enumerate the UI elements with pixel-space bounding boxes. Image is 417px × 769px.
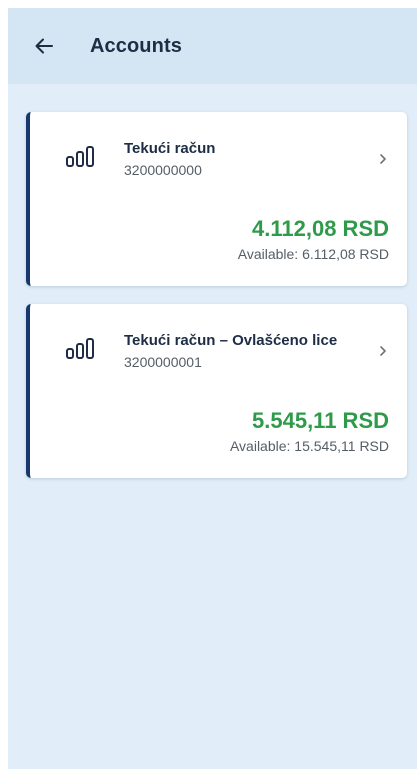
accounts-list: Tekući račun 3200000000 4.112,08 RSD Ava… bbox=[8, 84, 417, 478]
bar-chart-icon bbox=[66, 338, 94, 359]
account-balance: 5.545,11 RSD bbox=[252, 408, 389, 433]
account-balance: 4.112,08 RSD bbox=[252, 216, 389, 241]
back-button[interactable] bbox=[30, 32, 58, 60]
chevron-right-icon[interactable] bbox=[377, 152, 389, 166]
accounts-screen: Accounts Tekući račun 3200000000 4.112,0… bbox=[8, 8, 417, 769]
arrow-left-icon bbox=[35, 38, 53, 54]
available-balance: Available: 15.545,11 RSD bbox=[229, 438, 389, 454]
available-balance: Available: 6.112,08 RSD bbox=[237, 246, 389, 262]
chevron-right-icon[interactable] bbox=[377, 344, 389, 358]
account-card[interactable]: Tekući račun 3200000000 4.112,08 RSD Ava… bbox=[26, 112, 407, 286]
account-number: 3200000000 bbox=[124, 162, 202, 178]
account-name: Tekući račun bbox=[124, 140, 216, 157]
account-number: 3200000001 bbox=[124, 354, 202, 370]
app-bar: Accounts bbox=[8, 8, 417, 84]
bar-chart-icon bbox=[66, 146, 94, 167]
account-name: Tekući račun – Ovlašćeno lice bbox=[124, 332, 338, 349]
page-title: Accounts bbox=[90, 34, 182, 57]
account-card[interactable]: Tekući račun – Ovlašćeno lice 3200000001… bbox=[26, 304, 407, 478]
